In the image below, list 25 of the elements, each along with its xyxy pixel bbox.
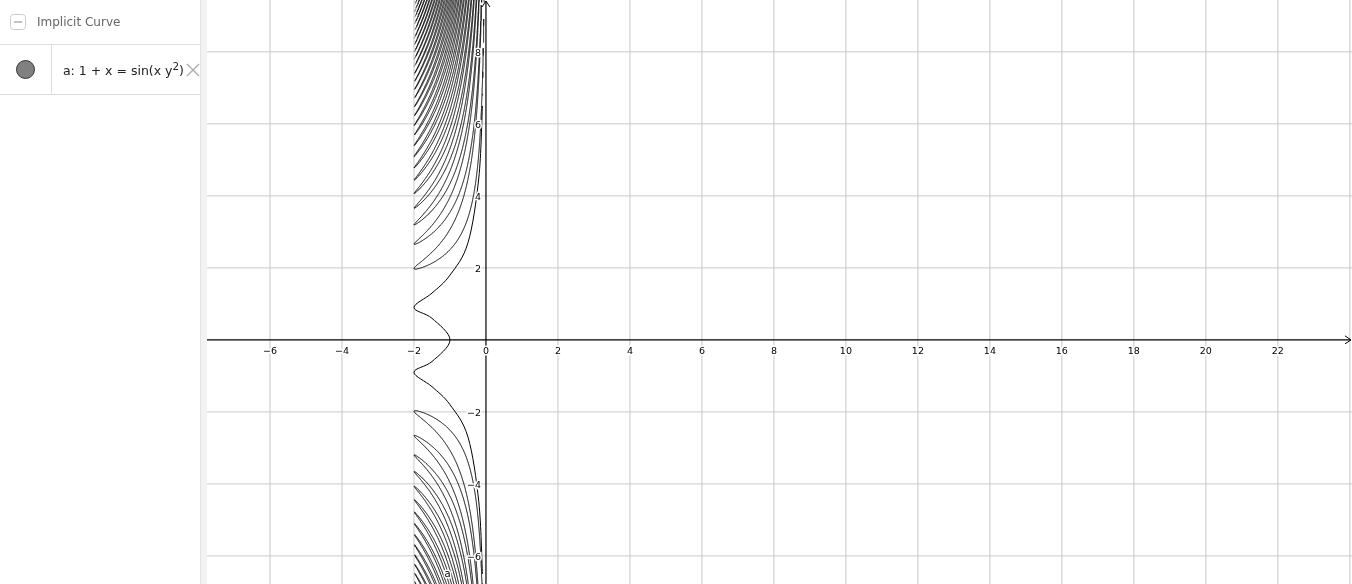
tick-label: −6 — [466, 550, 481, 562]
tick-label: 2 — [474, 262, 481, 274]
tick-label: −2 — [466, 406, 481, 418]
tick-label: 22 — [1271, 344, 1284, 356]
tick-label: 20 — [1199, 344, 1212, 356]
tick-label: 12 — [911, 344, 924, 356]
visibility-toggle[interactable] — [15, 60, 35, 79]
tick-label: 6 — [698, 344, 705, 356]
tick-label: 8 — [770, 344, 777, 356]
tick-label: −4 — [334, 344, 349, 356]
group-title: Implicit Curve — [37, 15, 121, 29]
delete-icon[interactable] — [186, 62, 200, 77]
collapse-icon[interactable] — [10, 14, 26, 30]
tick-label: 4 — [626, 344, 633, 356]
tick-label: −4 — [466, 478, 481, 490]
curve-label: a — [444, 568, 451, 579]
curve-definition[interactable]: a: 1 + x = sin(x y$^{2}$) — [62, 60, 184, 79]
tick-label: 10 — [839, 344, 852, 356]
tick-label: 16 — [1055, 344, 1068, 356]
tick-label: 18 — [1127, 344, 1140, 356]
tick-label: −2 — [406, 344, 421, 356]
tick-label: 6 — [474, 118, 481, 130]
tick-label: 2 — [554, 344, 561, 356]
tick-label: 14 — [983, 344, 996, 356]
tick-label: −6 — [263, 344, 277, 356]
